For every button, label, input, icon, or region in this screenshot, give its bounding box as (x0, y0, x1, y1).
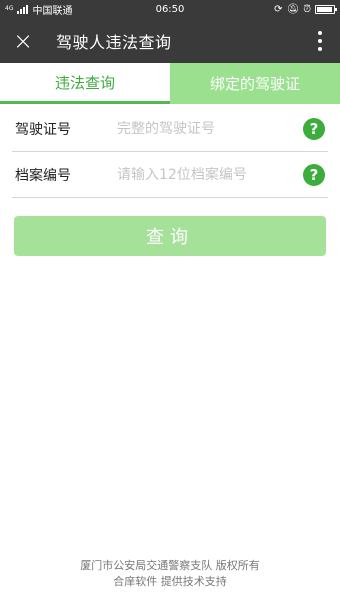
title-bar: × 驾驶人违法查询 (0, 18, 340, 63)
license-number-input[interactable] (117, 120, 303, 137)
status-bar: 4G 中国联通 06:50 ⟳ 🔕︎ ⏰︎ (0, 0, 340, 18)
more-vertical-icon[interactable] (306, 18, 334, 63)
footer: 厦门市公安局交通警察支队 版权所有 合庠软件 提供技术支持 (0, 558, 340, 593)
network-type: 4G (5, 5, 14, 12)
battery-icon (315, 4, 337, 14)
close-icon[interactable]: × (0, 18, 46, 63)
query-form: 驾驶证号 ? 档案编号 ? (0, 106, 340, 198)
tech-support-text: 合庠软件 提供技术支持 (113, 575, 227, 588)
alarm-icon: ⏰︎ (303, 3, 311, 15)
status-left: 4G 中国联通 (5, 2, 72, 17)
status-right: ⟳ 🔕︎ ⏰︎ (274, 3, 337, 15)
tab-bound-licenses[interactable]: 绑定的驾驶证 (170, 63, 340, 104)
help-icon[interactable]: ? (303, 117, 325, 140)
copyright-text: 厦门市公安局交通警察支队 版权所有 (80, 559, 260, 572)
page-title: 驾驶人违法查询 (56, 32, 172, 52)
carrier-name: 中国联通 (32, 5, 73, 17)
query-button[interactable]: 查询 (14, 216, 326, 256)
tab-bar: 违法查询 绑定的驾驶证 (0, 63, 340, 104)
mute-icon: 🔕︎ (286, 3, 300, 15)
file-number-label: 档案编号 (15, 167, 71, 184)
license-row: 驾驶证号 ? (12, 106, 328, 152)
file-number-input[interactable] (117, 166, 303, 183)
tab-violation-query[interactable]: 违法查询 (0, 63, 170, 104)
file-number-row: 档案编号 ? (12, 152, 328, 198)
signal-bars-icon (17, 4, 29, 14)
license-label: 驾驶证号 (15, 121, 71, 138)
help-icon[interactable]: ? (303, 163, 325, 186)
sync-icon: ⟳ (274, 3, 283, 15)
